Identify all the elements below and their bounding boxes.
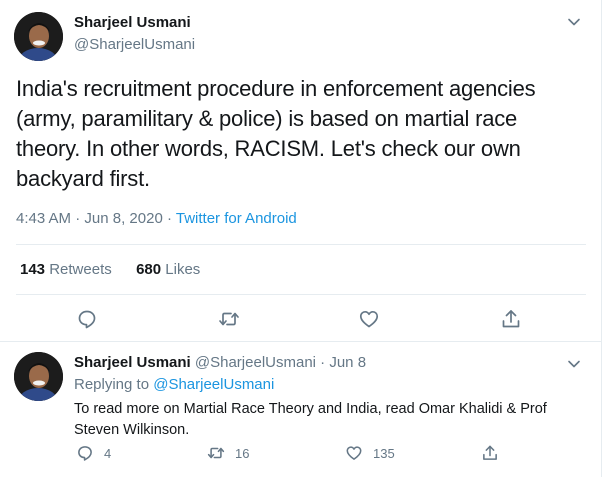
reply-icon [78, 446, 92, 461]
divider [0, 341, 601, 342]
chevron-down-icon[interactable] [566, 14, 582, 30]
divider [16, 244, 586, 245]
author-handle[interactable]: @SharjeelUsmani [74, 36, 195, 53]
tweet-text: India's recruitment procedure in enforce… [16, 76, 536, 191]
reply-author-handle[interactable]: @SharjeelUsmani [195, 354, 316, 371]
like-action[interactable]: 135 [345, 443, 395, 463]
chevron-down-icon[interactable] [566, 356, 582, 372]
meta-separator: · [320, 354, 326, 371]
retweets-stat[interactable]: 143 Retweets [20, 261, 112, 278]
reply-text: To read more on Martial Race Theory and … [74, 401, 547, 438]
divider [16, 294, 586, 295]
retweet-icon[interactable] [218, 308, 240, 330]
reply-header: Sharjeel Usmani @SharjeelUsmani · Jun 8 [74, 354, 366, 371]
replying-to: Replying to @SharjeelUsmani [74, 376, 274, 393]
reply-author-name[interactable]: Sharjeel Usmani [74, 354, 191, 371]
share-action[interactable] [481, 443, 509, 463]
share-icon [483, 445, 497, 460]
like-count: 680 [136, 261, 162, 278]
reply-date[interactable]: Jun 8 [329, 354, 366, 371]
retweet-label: Retweets [49, 261, 112, 278]
reply-count: 4 [104, 445, 112, 461]
replying-prefix: Replying to [74, 376, 150, 393]
tweet-page: Sharjeel Usmani @SharjeelUsmani India's … [0, 0, 602, 477]
tweet-meta: 4:43 AM · Jun 8, 2020 · Twitter for Andr… [16, 210, 297, 227]
avatar[interactable] [14, 12, 63, 61]
likes-stat[interactable]: 680 Likes [136, 261, 200, 278]
retweet-count: 143 [20, 261, 46, 278]
reply-icon[interactable] [76, 308, 98, 330]
tweet-date[interactable]: Jun 8, 2020 [84, 210, 162, 227]
author-name[interactable]: Sharjeel Usmani [74, 14, 191, 31]
retweet-icon [207, 447, 225, 459]
like-icon[interactable] [358, 308, 380, 330]
reply-like-count: 135 [373, 445, 395, 461]
share-icon[interactable] [500, 308, 522, 330]
reply-retweet-count: 16 [235, 445, 250, 461]
like-icon [346, 446, 362, 460]
replying-to-link[interactable]: @SharjeelUsmani [153, 376, 274, 393]
tweet-source-link[interactable]: Twitter for Android [176, 210, 297, 227]
tweet-stats: 143 Retweets 680 Likes [20, 261, 200, 278]
reply-action[interactable]: 4 [76, 443, 111, 463]
like-label: Likes [165, 261, 201, 278]
meta-separator: · [166, 210, 172, 227]
meta-separator: · [75, 210, 81, 227]
retweet-action[interactable]: 16 [207, 443, 249, 463]
tweet-time[interactable]: 4:43 AM [16, 210, 71, 227]
avatar[interactable] [14, 352, 63, 401]
